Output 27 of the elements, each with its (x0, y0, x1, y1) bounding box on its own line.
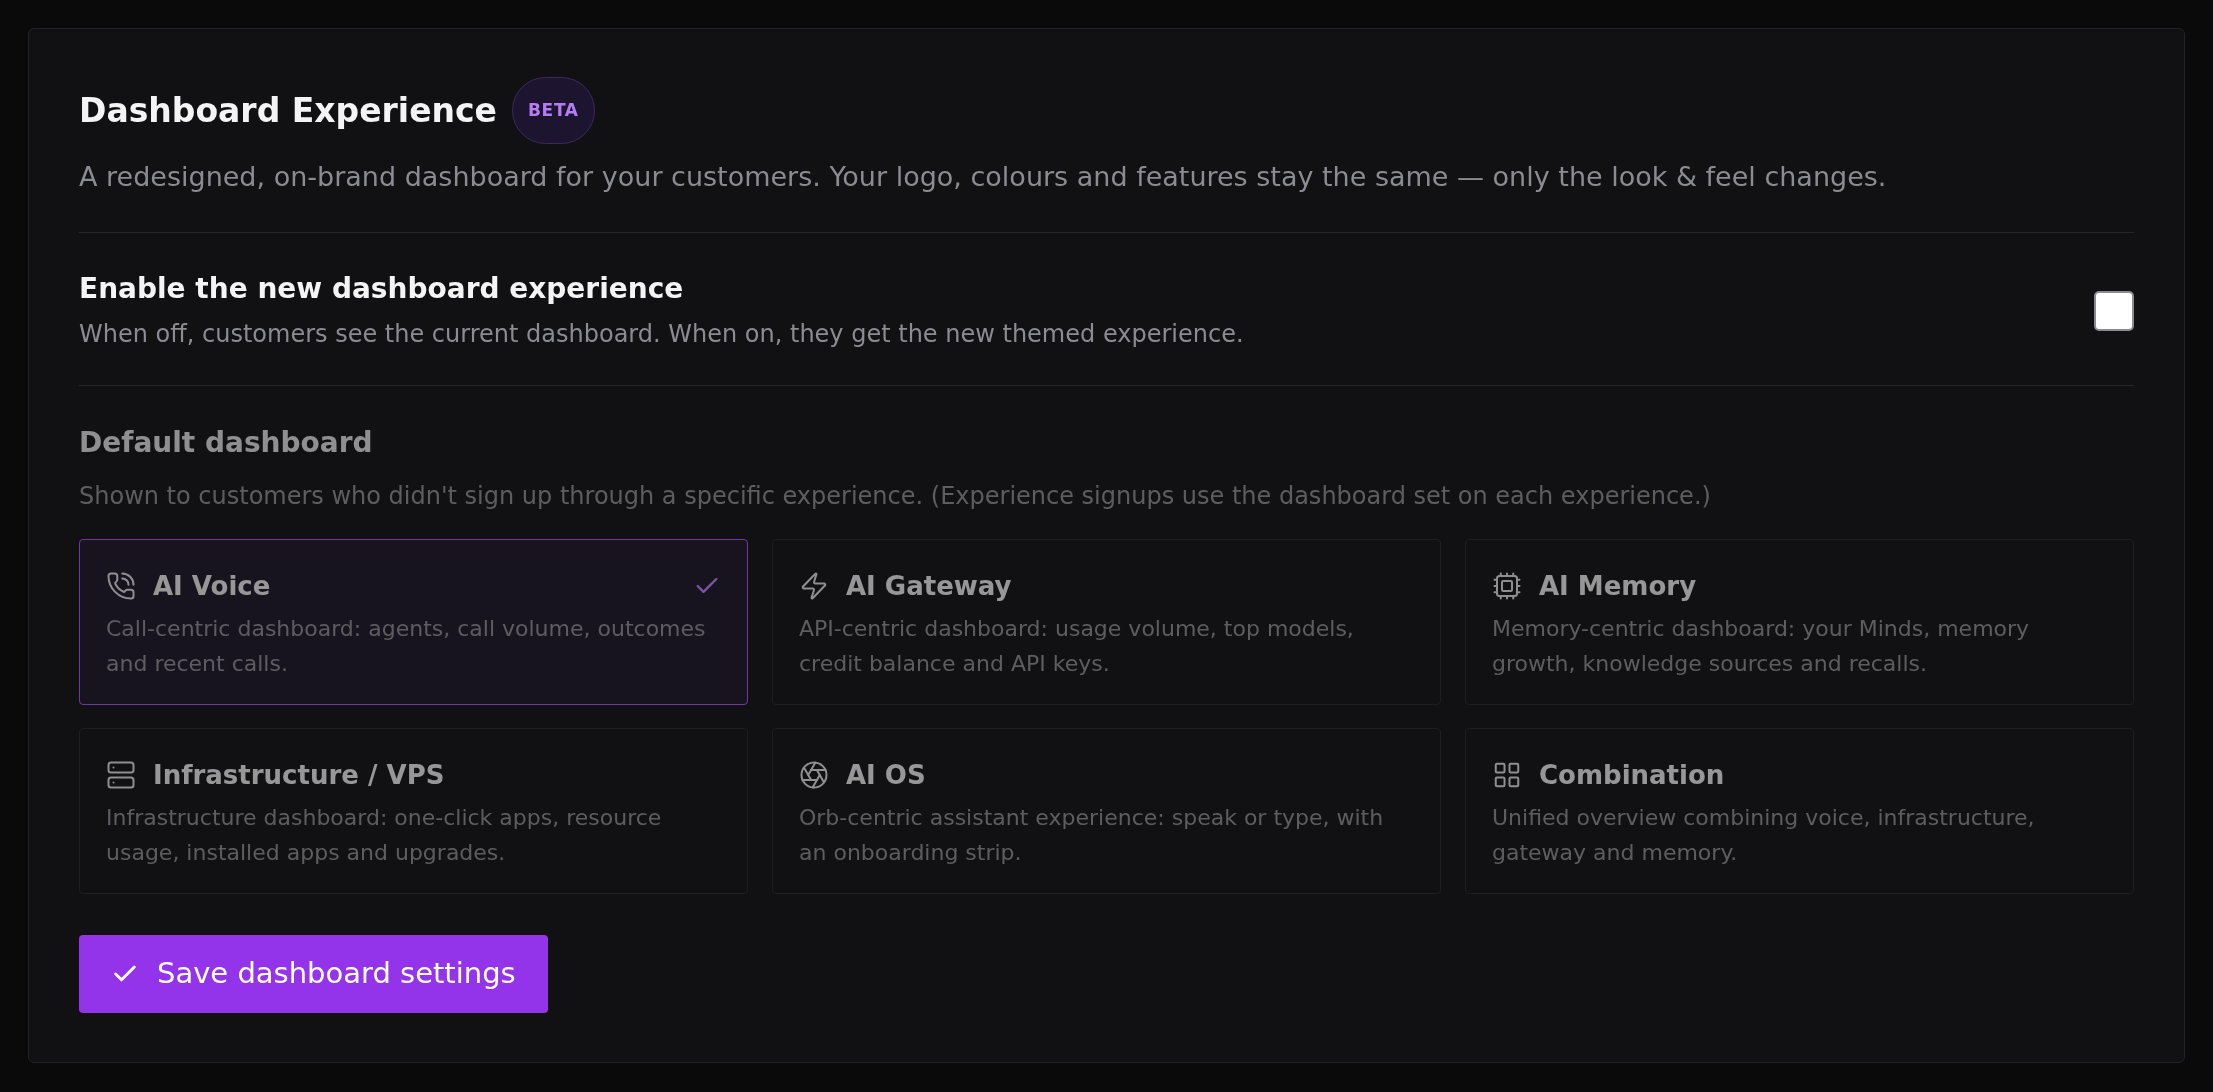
option-description: Call-centric dashboard: agents, call volume, outcomes and recent calls. (106, 615, 707, 678)
option-title: Infrastructure / VPS (153, 759, 445, 792)
save-button[interactable]: Save dashboard settings (79, 935, 548, 1013)
option-title: AI Memory (1539, 570, 1697, 603)
lightning-icon (799, 571, 829, 601)
beta-badge: BETA (512, 77, 595, 144)
option-description: API-centric dashboard: usage volume, top models, credit balance and API keys. (799, 615, 1355, 678)
server-icon (106, 760, 136, 790)
setting-description: When off, customers see the current dashboard. When on, they get the new themed experience. (79, 319, 1244, 350)
option-description: Unified overview combining voice, infrastructure, gateway and memory. (1492, 804, 2036, 867)
phone-icon (106, 571, 136, 601)
option-description: Orb-centric assistant experience: speak or type, with an onboarding strip. (799, 804, 1385, 867)
option-title: AI OS (846, 759, 926, 792)
setting-label: Enable the new dashboard experience (79, 271, 685, 307)
option-description: Infrastructure dashboard: one-click apps, resource usage, installed apps and upgrades. (106, 804, 663, 867)
option-title: AI Voice (153, 570, 271, 603)
section-description: Shown to customers who didn't sign up through a specific experience. (Experience signups use the dashboard set on each experience.) (79, 481, 1712, 512)
chip-icon (1492, 571, 1522, 601)
enable-checkbox[interactable] (2094, 291, 2134, 331)
option-title: AI Gateway (846, 570, 1012, 603)
aperture-icon (799, 760, 829, 790)
section-heading: Default dashboard (79, 425, 374, 461)
option-title: Combination (1539, 759, 1725, 792)
option-description: Memory-centric dashboard: your Minds, memory growth, knowledge sources and recalls. (1492, 615, 2031, 678)
panel-description: A redesigned, on-brand dashboard for your customers. Your logo, colours and features stay the same — only the look & feel changes. (79, 160, 1888, 194)
grid-icon (1492, 760, 1522, 790)
panel-title: Dashboard Experience (79, 90, 497, 131)
